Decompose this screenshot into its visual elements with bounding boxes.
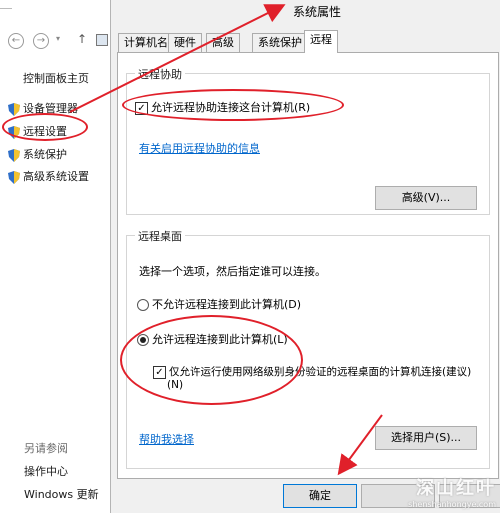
watermark: 深山红叶 shenshanhongye.com	[408, 474, 496, 509]
annotation-arrows	[69, 4, 383, 476]
tab-remote[interactable]: 远程	[304, 30, 338, 53]
watermark-title: 深山红叶	[416, 478, 496, 499]
annotation-arrow-to-ok	[337, 414, 383, 476]
watermark-url: shenshanhongye.com	[408, 500, 496, 509]
annotation-arrow-to-title	[69, 4, 286, 113]
